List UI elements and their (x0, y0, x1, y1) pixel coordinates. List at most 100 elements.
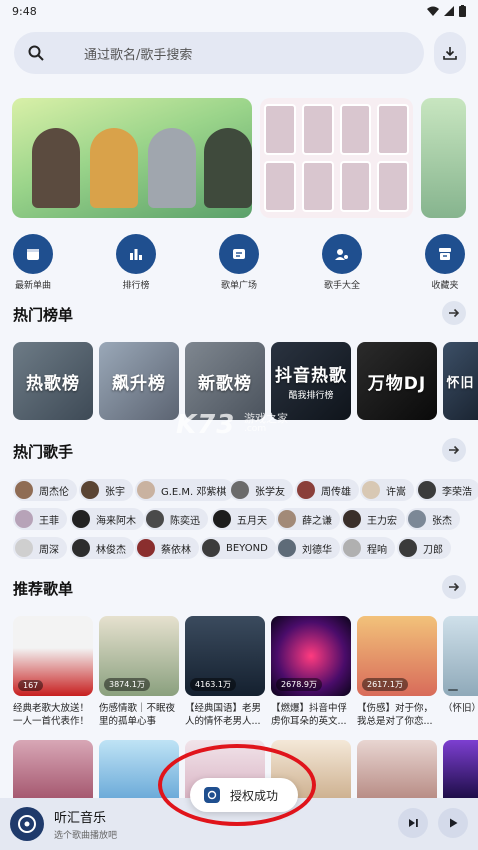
singer-icon (322, 234, 362, 274)
singer-chip[interactable]: 林俊杰 (70, 537, 134, 559)
banner-image-2[interactable] (260, 98, 413, 218)
playlist-icon (219, 234, 259, 274)
chart-card-douyin[interactable]: 抖音热歌 酷我排行榜 (271, 342, 351, 420)
singer-chip[interactable]: G.E.M. 邓紫棋 (135, 479, 235, 501)
music-disc-icon (10, 807, 44, 841)
watermark-url: .com (244, 424, 267, 434)
singer-chip[interactable]: 张宇 (79, 479, 133, 501)
status-icons (427, 5, 466, 17)
playlist-cover: 3874.1万 (99, 616, 179, 696)
chart-card-nostalgia[interactable]: 怀旧 (443, 342, 478, 420)
chart-card-new-songs[interactable]: 新歌榜 (185, 342, 265, 420)
singer-chip[interactable]: 张学友 (229, 479, 293, 501)
playlist-card[interactable]: 167 经典老歌大放送！一人一首代表作！ (13, 616, 93, 728)
singer-avatar (137, 481, 155, 499)
battery-icon (459, 5, 466, 17)
singer-chip[interactable]: 薛之谦 (276, 508, 340, 530)
playlist-card[interactable]: 4163.1万 【经典国语】老男人的情怀老男人... (185, 616, 265, 728)
singer-avatar (15, 481, 33, 499)
banner-image-3[interactable] (421, 98, 466, 218)
singer-avatar (343, 539, 361, 557)
watermark-logo: K73 (176, 410, 236, 440)
singer-avatar (399, 539, 417, 557)
singer-chip[interactable]: 程响 (341, 537, 395, 559)
singer-avatar (343, 510, 361, 528)
play-button[interactable] (438, 808, 468, 838)
nav-latest-singles[interactable]: 最新单曲 (3, 234, 63, 291)
singer-chip[interactable]: 王菲 (13, 508, 67, 530)
next-track-button[interactable] (398, 808, 428, 838)
singer-chip[interactable]: 陈奕迅 (144, 508, 208, 530)
singer-avatar (231, 481, 249, 499)
playlist-card[interactable]: 2678.9万 【燃爆】抖音中俘虏你耳朵的英文... (271, 616, 351, 728)
nav-playlist-square[interactable]: 歌单广场 (209, 234, 269, 291)
singer-chip[interactable]: 张杰 (406, 508, 460, 530)
arrow-right-icon (449, 445, 460, 455)
chart-card-dj[interactable]: 万物DJ (357, 342, 437, 420)
arrow-right-icon (449, 308, 460, 318)
nav-charts[interactable]: 排行榜 (106, 234, 166, 291)
singer-avatar (278, 539, 296, 557)
playlist-cover[interactable] (443, 740, 478, 800)
playlist-cover: 2678.9万 (271, 616, 351, 696)
singer-avatar (213, 510, 231, 528)
calendar-icon (13, 234, 53, 274)
singer-chip[interactable]: 蔡依林 (135, 537, 199, 559)
player-subtitle: 选个歌曲播放吧 (54, 831, 118, 841)
singer-avatar (81, 481, 99, 499)
search-input[interactable]: 通过歌名/歌手搜索 (14, 32, 424, 74)
singer-chip[interactable]: 李荣浩 (416, 479, 478, 501)
search-row: 通过歌名/歌手搜索 (14, 32, 466, 74)
bar-chart-icon (116, 234, 156, 274)
playlist-card[interactable]: 2617.1万 【伤感】对于你，我总是对了你恋... (357, 616, 437, 728)
singer-chip[interactable]: 刘德华 (276, 537, 340, 559)
skip-next-icon (409, 819, 418, 827)
singer-avatar (418, 481, 436, 499)
playlist-cover (443, 616, 478, 696)
hot-charts-more-button[interactable] (442, 301, 466, 325)
singer-chip[interactable]: 周传雄 (295, 479, 359, 501)
banner-image-1[interactable] (12, 98, 252, 218)
status-time: 9:48 (12, 4, 37, 18)
singer-chip[interactable]: 周杰伦 (13, 479, 77, 501)
download-icon (443, 47, 457, 60)
singer-chip[interactable]: 许嵩 (360, 479, 414, 501)
singer-avatar (15, 510, 33, 528)
highlight-ring (158, 744, 316, 826)
chart-card-hot-songs[interactable]: 热歌榜 (13, 342, 93, 420)
chart-card-rising[interactable]: 飙升榜 (99, 342, 179, 420)
status-bar: 9:48 (0, 0, 478, 22)
playlist-cover[interactable] (357, 740, 437, 800)
recommended-playlists-more-button[interactable] (442, 575, 466, 599)
section-title-hot-singers: 热门歌手 (13, 443, 74, 461)
singer-chip[interactable]: 周深 (13, 537, 67, 559)
playlist-card[interactable]: （怀旧） (443, 616, 478, 728)
singer-avatar (15, 539, 33, 557)
playlist-cover: 2617.1万 (357, 616, 437, 696)
quick-nav: 最新单曲 排行榜 歌单广场 歌手大全 收藏夹 (0, 234, 478, 291)
section-title-recommended-playlists: 推荐歌单 (13, 580, 74, 598)
singer-chip[interactable]: 海来阿木 (70, 508, 144, 530)
playlist-cover[interactable] (13, 740, 93, 800)
search-icon (28, 45, 44, 61)
singer-avatar (362, 481, 380, 499)
singer-avatar (72, 539, 90, 557)
player-title: 听汇音乐 (54, 811, 107, 826)
nav-favorites[interactable]: 收藏夹 (415, 234, 475, 291)
singer-chip[interactable]: 五月天 (211, 508, 275, 530)
nav-singer-directory[interactable]: 歌手大全 (312, 234, 372, 291)
hot-singers-more-button[interactable] (442, 438, 466, 462)
playlist-cover: 167 (13, 616, 93, 696)
search-placeholder: 通过歌名/歌手搜索 (84, 47, 193, 63)
singer-chip[interactable]: 刀郎 (397, 537, 451, 559)
singer-chip[interactable]: 王力宏 (341, 508, 405, 530)
favorites-icon (425, 234, 465, 274)
wifi-icon (427, 6, 439, 16)
download-button[interactable] (434, 32, 466, 74)
singer-chip[interactable]: BEYOND (200, 537, 276, 559)
arrow-right-icon (449, 582, 460, 592)
playlist-card[interactable]: 3874.1万 伤感情歌｜不眠夜里的孤单心事 (99, 616, 179, 728)
section-title-hot-charts: 热门榜单 (13, 306, 74, 324)
player-info: 听汇音乐 选个歌曲播放吧 (54, 807, 117, 841)
play-icon (450, 818, 458, 828)
